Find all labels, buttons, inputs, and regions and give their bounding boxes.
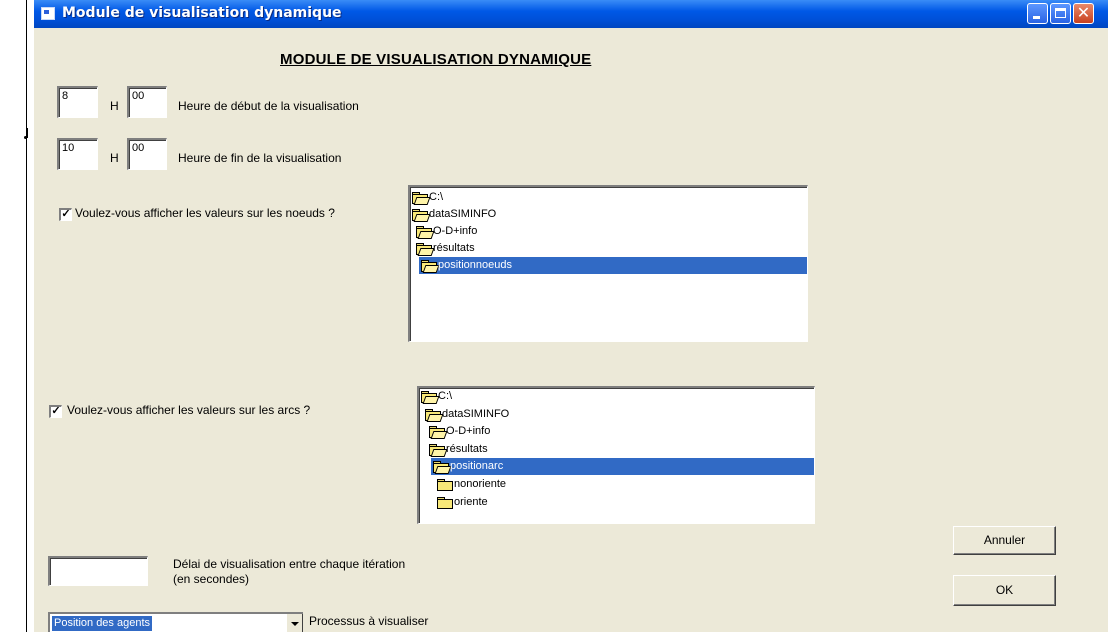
tree-item-label: C:\ [429,191,444,203]
tree-item[interactable]: dataSIMINFO [419,406,814,423]
note-icon [24,128,28,140]
process-select[interactable]: Position des agents [48,612,303,632]
tree-item[interactable]: résultats [419,441,814,458]
nodes-checkbox-label: Voulez-vous afficher les valeurs sur les… [75,206,335,220]
tree-item-label: positionarc [450,460,504,473]
title-bar[interactable]: Module de visualisation dynamique ✕ [34,0,1108,28]
folder-open-icon [416,243,432,255]
tree-item-label: oriente [454,495,488,508]
tree-item[interactable]: résultats [410,240,807,257]
tree-item[interactable]: nonoriente [419,476,814,493]
background-line [26,0,27,632]
dialog-window: Module de visualisation dynamique ✕ MODU… [34,0,1108,632]
nodes-folder-tree[interactable]: C:\ dataSIMINFO O-D+info résultats positionn… [408,185,808,342]
delay-unit-label: (en secondes) [173,572,250,586]
tree-item-label: résultats [433,242,475,254]
tree-item[interactable]: O-D+info [410,223,807,240]
folder-open-icon [416,226,432,238]
tree-item[interactable]: O-D+info [419,423,814,440]
close-icon: ✕ [1076,3,1091,22]
tree-item-label: O-D+info [446,425,491,438]
minimize-button[interactable] [1027,3,1048,24]
chevron-down-icon[interactable] [286,614,303,632]
tree-item-label: positionnoeuds [438,259,513,271]
maximize-button[interactable] [1050,3,1071,24]
folder-open-icon [412,209,428,221]
process-label: Processus à visualiser [309,614,429,628]
delay-label: Délai de visualisation entre chaque itér… [173,557,406,571]
folder-open-icon [429,443,445,456]
tree-item-selected[interactable]: positionnoeuds [419,257,807,274]
tree-item-label: dataSIMINFO [429,208,497,220]
folder-icon [437,479,453,491]
tree-item-label: dataSIMINFO [442,407,510,420]
start-minute-input[interactable]: 00 [127,86,167,118]
tree-item-label: résultats [446,442,488,455]
end-hour-input[interactable]: 10 [57,138,98,170]
page-title: MODULE DE VISUALISATION DYNAMIQUE [280,51,592,68]
start-hour-separator: H [110,99,119,113]
folder-open-icon [433,461,449,474]
end-hour-separator: H [110,151,119,165]
start-time-label: Heure de début de la visualisation [178,99,359,113]
maximize-icon [1055,8,1066,18]
ok-button[interactable]: OK [953,575,1056,606]
folder-open-icon [421,391,437,403]
app-icon [41,7,55,20]
tree-item[interactable]: C:\ [410,189,807,206]
start-hour-input[interactable]: 8 [57,86,98,118]
arcs-folder-tree[interactable]: C:\ dataSIMINFO O-D+info résultats positiona… [417,386,815,524]
tree-item-label: C:\ [438,390,453,402]
folder-open-icon [429,426,445,439]
tree-item[interactable]: dataSIMINFO [410,206,807,223]
cancel-button[interactable]: Annuler [953,526,1056,555]
end-minute-input[interactable]: 00 [127,138,167,170]
nodes-checkbox[interactable]: ✓ [59,208,72,221]
delay-input[interactable] [48,556,148,586]
window-title: Module de visualisation dynamique [62,5,342,21]
tree-item[interactable]: oriente [419,494,814,511]
folder-icon [437,496,453,509]
tree-item-selected[interactable]: positionarc [431,458,814,476]
folder-open-icon [412,192,428,204]
tree-item-label: nonoriente [454,478,506,490]
folder-open-icon [425,408,441,421]
end-time-label: Heure de fin de la visualisation [178,151,342,165]
tree-item-label: O-D+info [433,225,478,237]
folder-open-icon [421,260,437,272]
tree-item[interactable]: C:\ [419,388,814,405]
minimize-icon [1033,16,1040,19]
arcs-checkbox-label: Voulez-vous afficher les valeurs sur les… [67,403,311,417]
close-button[interactable]: ✕ [1073,3,1094,24]
process-select-value: Position des agents [52,616,153,631]
arcs-checkbox[interactable]: ✓ [49,405,62,418]
